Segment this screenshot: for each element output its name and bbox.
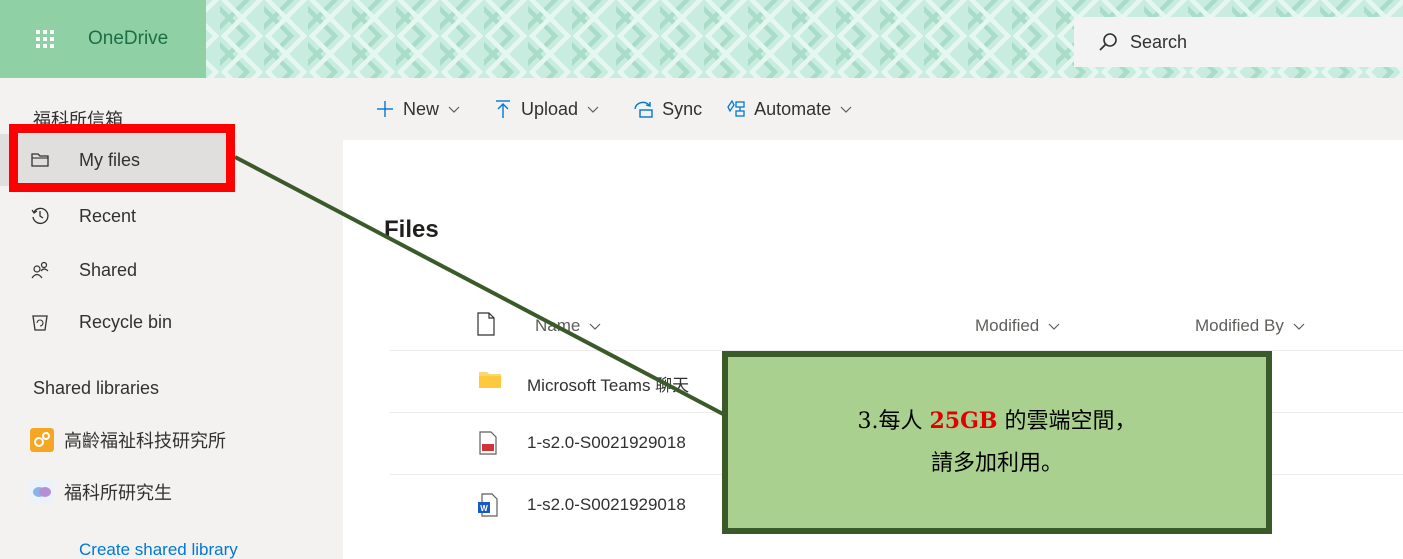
page-title: Files bbox=[384, 216, 439, 243]
upload-button[interactable]: Upload bbox=[493, 99, 608, 120]
recycle-bin-icon bbox=[32, 315, 48, 331]
nav-item-recycle-bin[interactable]: Recycle bin bbox=[0, 296, 343, 348]
app-header: OneDrive Search bbox=[0, 0, 1403, 78]
pdf-file-icon bbox=[479, 431, 497, 455]
shared-libraries-heading: Shared libraries bbox=[33, 378, 160, 398]
people-icon bbox=[31, 261, 49, 279]
library-item-graduate-students[interactable]: 福科所研究生 bbox=[30, 472, 172, 512]
create-shared-library-link[interactable]: Create shared library bbox=[79, 540, 238, 559]
command-bar: New Upload Sync Automate bbox=[343, 78, 1403, 140]
nav-item-label: Recycle bin bbox=[79, 311, 173, 332]
column-modified-by-label: Modified By bbox=[1195, 316, 1284, 335]
column-header-modified[interactable]: Modified bbox=[975, 306, 1061, 346]
file-name[interactable]: Microsoft Teams 聊天 bbox=[527, 371, 689, 396]
automate-icon bbox=[727, 99, 745, 117]
file-name[interactable]: 1-s2.0-S0021929018 bbox=[527, 495, 686, 515]
column-header-modified-by[interactable]: Modified By bbox=[1195, 306, 1306, 346]
brand-area: OneDrive bbox=[0, 0, 206, 78]
chevron-down-icon bbox=[1048, 323, 1060, 330]
library-item-elder-welfare[interactable]: 高齡福祉科技研究所 bbox=[30, 420, 226, 460]
plus-icon bbox=[377, 101, 393, 117]
nav-item-recent[interactable]: Recent bbox=[0, 190, 343, 242]
new-label: New bbox=[403, 98, 440, 119]
upload-label: Upload bbox=[521, 98, 579, 119]
automate-button[interactable]: Automate bbox=[726, 99, 861, 120]
sync-label: Sync bbox=[662, 98, 703, 119]
chevron-down-icon bbox=[840, 106, 852, 113]
clock-icon bbox=[31, 207, 49, 225]
search-box[interactable]: Search bbox=[1074, 17, 1403, 67]
column-modified-label: Modified bbox=[975, 316, 1040, 335]
app-name[interactable]: OneDrive bbox=[88, 28, 168, 50]
svg-text:W: W bbox=[480, 504, 488, 513]
chevron-down-icon bbox=[1293, 323, 1305, 330]
callout-line-1: 3.每人 25GB 的雲端空間， bbox=[857, 408, 1137, 434]
gear-site-icon bbox=[30, 428, 54, 452]
annotation-callout: 3.每人 25GB 的雲端空間， 請多加利用。 bbox=[722, 351, 1272, 534]
folder-icon bbox=[479, 372, 501, 388]
automate-label: Automate bbox=[754, 98, 832, 119]
chevron-down-icon bbox=[587, 106, 599, 113]
callout-highlight: 25GB bbox=[929, 408, 998, 434]
library-label: 福科所研究生 bbox=[64, 483, 172, 503]
search-input[interactable]: Search bbox=[1130, 32, 1187, 53]
callout-line-2: 請多加利用。 bbox=[930, 451, 1063, 476]
word-file-icon: W bbox=[478, 493, 498, 517]
upload-icon bbox=[496, 100, 511, 118]
brain-site-icon bbox=[30, 480, 54, 504]
chevron-down-icon bbox=[448, 106, 460, 113]
nav-item-label: Shared bbox=[79, 259, 138, 280]
new-button[interactable]: New bbox=[375, 99, 469, 120]
column-name-label: Name bbox=[535, 316, 581, 335]
file-type-icon bbox=[477, 312, 495, 336]
sync-button[interactable]: Sync bbox=[632, 99, 702, 120]
highlight-marker bbox=[9, 124, 235, 192]
file-name[interactable]: 1-s2.0-S0021929018 bbox=[527, 433, 686, 453]
app-launcher-icon[interactable] bbox=[36, 30, 54, 48]
library-label: 高齡福祉科技研究所 bbox=[64, 431, 226, 451]
column-header-name[interactable]: Name bbox=[535, 306, 602, 346]
nav-item-shared[interactable]: Shared bbox=[0, 244, 343, 296]
chevron-down-icon bbox=[589, 323, 601, 330]
nav-item-label: Recent bbox=[79, 205, 137, 226]
search-icon bbox=[1099, 33, 1117, 51]
sync-icon bbox=[634, 101, 653, 118]
